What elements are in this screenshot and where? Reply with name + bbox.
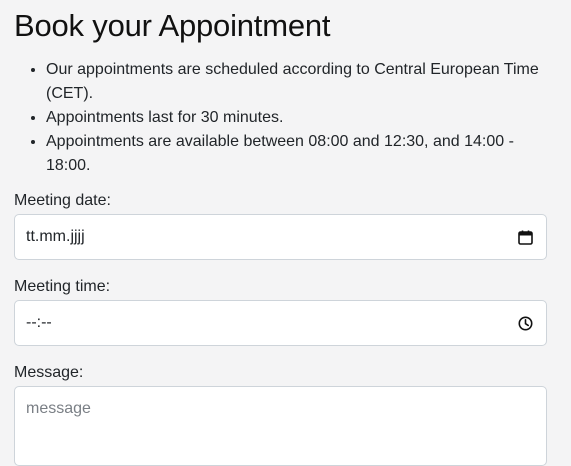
meeting-time-label: Meeting time: [14, 278, 111, 295]
calendar-icon[interactable] [516, 228, 534, 246]
appointment-notes-list: Our appointments are scheduled according… [14, 58, 557, 178]
message-placeholder: message [26, 400, 91, 417]
page-title: Book your Appointment [14, 8, 331, 43]
message-label: Message: [14, 364, 84, 381]
meeting-time-group: Meeting time: --:-- [14, 277, 547, 346]
meeting-date-value: tt.mm.jjjj [26, 228, 85, 245]
meeting-date-label: Meeting date: [14, 192, 111, 209]
clock-icon[interactable] [516, 314, 534, 332]
booking-page: Book your Appointment Our appointments a… [0, 0, 571, 466]
meeting-date-input[interactable]: tt.mm.jjjj [14, 214, 547, 260]
note-item: Our appointments are scheduled according… [46, 58, 557, 106]
note-item: Appointments last for 30 minutes. [46, 106, 557, 130]
meeting-time-value: --:-- [26, 314, 52, 331]
meeting-time-input[interactable]: --:-- [14, 300, 547, 346]
note-item: Appointments are available between 08:00… [46, 130, 557, 178]
message-textarea[interactable]: message [14, 386, 547, 466]
meeting-date-group: Meeting date: tt.mm.jjjj [14, 191, 547, 260]
